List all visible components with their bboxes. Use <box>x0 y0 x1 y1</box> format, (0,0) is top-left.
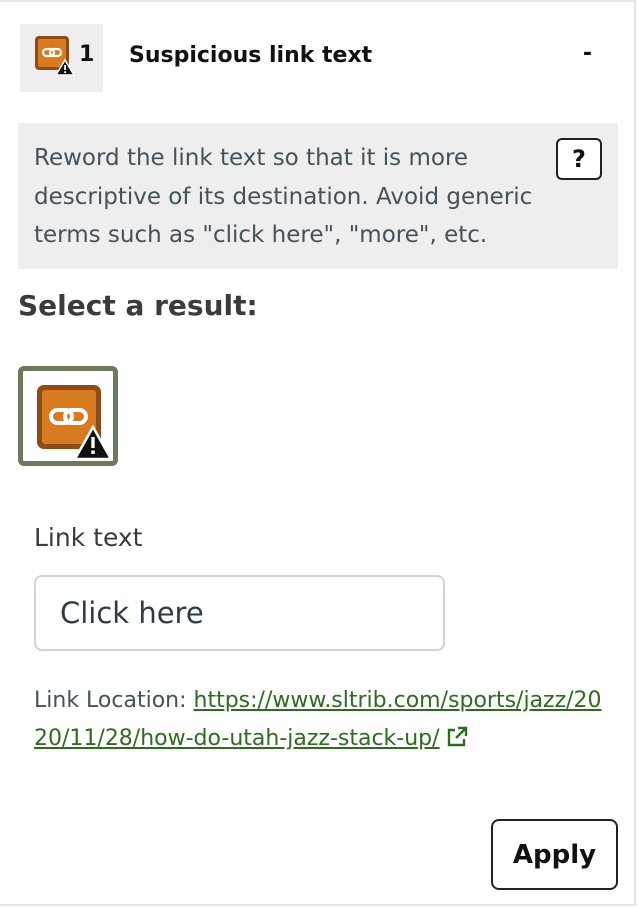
issue-header: 1 Suspicious link text - <box>20 24 618 92</box>
suspicious-link-icon <box>35 36 76 76</box>
issue-title: Suspicious link text <box>129 43 373 68</box>
issue-count: 1 <box>79 42 95 67</box>
help-button[interactable]: ? <box>556 138 602 180</box>
issue-description-box: Reword the link text so that it is more … <box>18 123 618 269</box>
suspicious-link-icon <box>37 385 113 461</box>
apply-button[interactable]: Apply <box>491 819 618 890</box>
issue-count-chip: 1 <box>20 24 103 92</box>
link-location: Link Location: https://www.sltrib.com/sp… <box>34 682 604 758</box>
result-option-button[interactable] <box>18 366 118 466</box>
link-text-input[interactable] <box>34 575 445 651</box>
issue-description: Reword the link text so that it is more … <box>34 145 533 248</box>
issue-panel: 1 Suspicious link text - Reword the link… <box>0 0 636 906</box>
collapse-toggle[interactable]: - <box>583 41 592 66</box>
external-link-icon[interactable] <box>446 726 468 748</box>
link-location-label: Link Location: <box>34 688 194 713</box>
link-text-label: Link text <box>34 523 143 552</box>
select-result-heading: Select a result: <box>18 289 258 322</box>
